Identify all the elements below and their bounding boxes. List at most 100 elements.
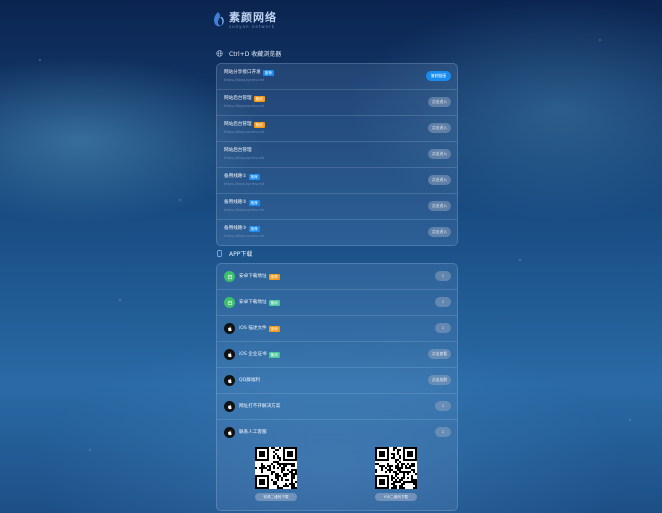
link-tag-badge: 推荐 bbox=[248, 225, 260, 232]
qr-download-button[interactable]: iOS二维码下载 bbox=[375, 493, 417, 501]
link-url: https://blog.sycms.net bbox=[224, 78, 265, 82]
download-button[interactable]: ⇩ bbox=[435, 427, 451, 437]
link-text: 备用线路③ 推荐 https://blog.sycms.net bbox=[224, 225, 264, 239]
link-text: 网站后台管理 备用 https://blog.sycms.net bbox=[224, 95, 265, 109]
logo-title: 素颜网络 bbox=[229, 10, 277, 24]
app-row[interactable]: QQ群福利 点击加群 bbox=[217, 368, 457, 394]
android-qr-code bbox=[255, 447, 297, 489]
globe-icon bbox=[216, 49, 223, 57]
enter-button[interactable]: 点击进入 bbox=[427, 123, 451, 133]
link-tag-badge: 推荐 bbox=[248, 173, 260, 180]
link-row[interactable]: 备用线路① 推荐 https://blog.sycms.net 点击进入 bbox=[217, 168, 457, 194]
android-icon bbox=[224, 297, 235, 308]
enter-button[interactable]: 点击进入 bbox=[427, 175, 451, 185]
enter-button[interactable]: 点击进入 bbox=[427, 201, 451, 211]
link-text: 网站后台管理 https://blog.sycms.net bbox=[224, 147, 264, 161]
apple-icon bbox=[224, 427, 235, 438]
link-row[interactable]: 备用线路③ 推荐 https://blog.sycms.net 点击进入 bbox=[217, 220, 457, 245]
enter-button[interactable]: 点击进入 bbox=[427, 149, 451, 159]
app-title: iOS 描述文件 推荐 bbox=[239, 325, 280, 332]
app-row[interactable]: 网址打不开解决方案 ⇩ bbox=[217, 394, 457, 420]
app-row[interactable]: iOS 企业证书 备用 点击查看 bbox=[217, 342, 457, 368]
app-title: 联系人工客服 bbox=[239, 429, 267, 436]
link-row[interactable]: 网站分享接口开发 推荐 https://blog.sycms.net 复制链接 bbox=[217, 64, 457, 90]
link-title: 网站后台管理 备用 bbox=[224, 95, 265, 102]
download-button[interactable]: ⇩ bbox=[435, 323, 451, 333]
app-title-text: 安卓下载地址 bbox=[239, 300, 267, 305]
logo-icon bbox=[214, 12, 224, 27]
action-button[interactable]: 点击查看 bbox=[427, 349, 451, 359]
phone-icon bbox=[217, 249, 222, 257]
link-title: 备用线路② 推荐 bbox=[224, 199, 264, 206]
app-row[interactable]: 安卓下载地址 推荐 ⇩ bbox=[217, 264, 457, 290]
link-title-text: 备用线路② bbox=[224, 200, 247, 205]
link-title-text: 网站后台管理 bbox=[224, 148, 252, 153]
app-title: iOS 企业证书 备用 bbox=[239, 351, 280, 358]
link-url: https://blog.sycms.net bbox=[224, 104, 265, 108]
link-title: 备用线路① 推荐 bbox=[224, 173, 264, 180]
app-title-text: QQ群福利 bbox=[239, 378, 261, 383]
link-title: 备用线路③ 推荐 bbox=[224, 225, 264, 232]
download-button[interactable]: ⇩ bbox=[435, 297, 451, 307]
link-url: https://blog.sycms.net bbox=[224, 208, 265, 212]
apple-icon bbox=[224, 323, 235, 334]
link-text: 备用线路② 推荐 https://blog.sycms.net bbox=[224, 199, 264, 213]
link-text: 网站分享接口开发 推荐 https://blog.sycms.net bbox=[224, 69, 274, 83]
qr-code-block: 安卓二维码下载 bbox=[255, 447, 297, 501]
link-tag-badge: 备用 bbox=[253, 95, 265, 102]
link-title-text: 网站分享接口开发 bbox=[224, 70, 261, 75]
apple-icon bbox=[224, 375, 235, 386]
app-tag-badge: 备用 bbox=[268, 351, 280, 358]
browser-section-title: Ctrl+D 收藏浏览器 bbox=[216, 47, 281, 59]
app-title-text: iOS 描述文件 bbox=[239, 326, 267, 331]
enter-button[interactable]: 点击进入 bbox=[427, 227, 451, 237]
link-tag-badge: 推荐 bbox=[248, 199, 260, 206]
app-row[interactable]: 联系人工客服 ⇩ bbox=[217, 420, 457, 445]
app-tag-badge: 推荐 bbox=[268, 325, 280, 332]
app-title: QQ群福利 bbox=[239, 377, 260, 384]
android-icon bbox=[224, 271, 235, 282]
app-row[interactable]: iOS 描述文件 推荐 ⇩ bbox=[217, 316, 457, 342]
link-title-text: 备用线路① bbox=[224, 174, 247, 179]
app-title-text: 安卓下载地址 bbox=[239, 274, 267, 279]
link-url: https://blog.sycms.net bbox=[224, 182, 265, 186]
app-title-text: iOS 企业证书 bbox=[239, 352, 267, 357]
link-tag-badge: 推荐 bbox=[262, 69, 274, 76]
app-section-title: APP下载 bbox=[216, 247, 252, 259]
site-logo[interactable]: 素颜网络 sunyan network bbox=[211, 8, 277, 32]
apple-icon bbox=[224, 401, 235, 412]
app-row[interactable]: 安卓下载地址 备用 ⇩ bbox=[217, 290, 457, 316]
app-title-text: 联系人工客服 bbox=[239, 430, 267, 435]
link-text: 网站后台管理 备用 https://blog.sycms.net bbox=[224, 121, 265, 135]
app-tag-badge: 推荐 bbox=[268, 273, 280, 280]
link-row[interactable]: 网站后台管理 备用 https://blog.sycms.net 点击进入 bbox=[217, 90, 457, 116]
qr-code-block: iOS二维码下载 bbox=[375, 447, 417, 501]
download-button[interactable]: ⇩ bbox=[435, 271, 451, 281]
link-row[interactable]: 网站后台管理 https://blog.sycms.net 点击进入 bbox=[217, 142, 457, 168]
app-download-panel: 安卓下载地址 推荐 ⇩ 安卓下载地址 备用 ⇩ iOS 描述文件 推荐 ⇩ iOS 企业证书 备用点… bbox=[216, 263, 458, 511]
download-button[interactable]: ⇩ bbox=[435, 401, 451, 411]
app-section-label: APP下载 bbox=[229, 250, 253, 258]
link-title-text: 网站后台管理 bbox=[224, 96, 252, 101]
link-title: 网站分享接口开发 推荐 bbox=[224, 69, 274, 76]
app-title: 安卓下载地址 推荐 bbox=[239, 273, 280, 280]
app-title-text: 网址打不开解决方案 bbox=[239, 404, 281, 409]
app-title: 网址打不开解决方案 bbox=[239, 403, 280, 410]
browser-links-panel: 网站分享接口开发 推荐 https://blog.sycms.net 复制链接 网站后台… bbox=[216, 63, 458, 246]
link-title-text: 网站后台管理 bbox=[224, 122, 252, 127]
link-url: https://blog.sycms.net bbox=[224, 234, 265, 238]
action-button[interactable]: 点击加群 bbox=[427, 375, 451, 385]
link-row[interactable]: 网站后台管理 备用 https://blog.sycms.net 点击进入 bbox=[217, 116, 457, 142]
logo-subtitle: sunyan network bbox=[229, 23, 276, 29]
link-tag-badge: 备用 bbox=[253, 121, 265, 128]
apple-icon bbox=[224, 349, 235, 360]
copy-link-button[interactable]: 复制链接 bbox=[425, 71, 451, 81]
link-url: https://blog.sycms.net bbox=[224, 156, 265, 160]
link-title-text: 备用线路③ bbox=[224, 226, 247, 231]
ios-qr-code bbox=[375, 447, 417, 489]
link-title: 网站后台管理 备用 bbox=[224, 121, 265, 128]
qr-download-button[interactable]: 安卓二维码下载 bbox=[255, 493, 297, 501]
app-title: 安卓下载地址 备用 bbox=[239, 299, 280, 306]
enter-button[interactable]: 点击进入 bbox=[427, 97, 451, 107]
link-row[interactable]: 备用线路② 推荐 https://blog.sycms.net 点击进入 bbox=[217, 194, 457, 220]
